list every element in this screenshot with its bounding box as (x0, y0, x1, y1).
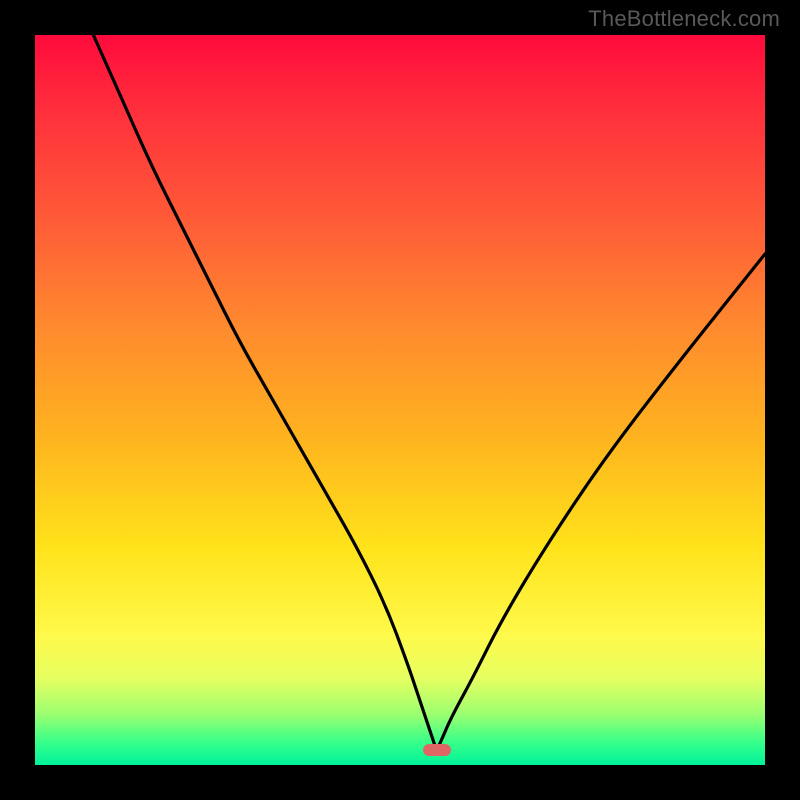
plot-area (35, 35, 765, 765)
minimum-marker (423, 744, 451, 756)
curve-layer (35, 35, 765, 765)
bottleneck-curve (93, 35, 765, 748)
chart-stage: TheBottleneck.com (0, 0, 800, 800)
watermark-text: TheBottleneck.com (588, 6, 780, 32)
